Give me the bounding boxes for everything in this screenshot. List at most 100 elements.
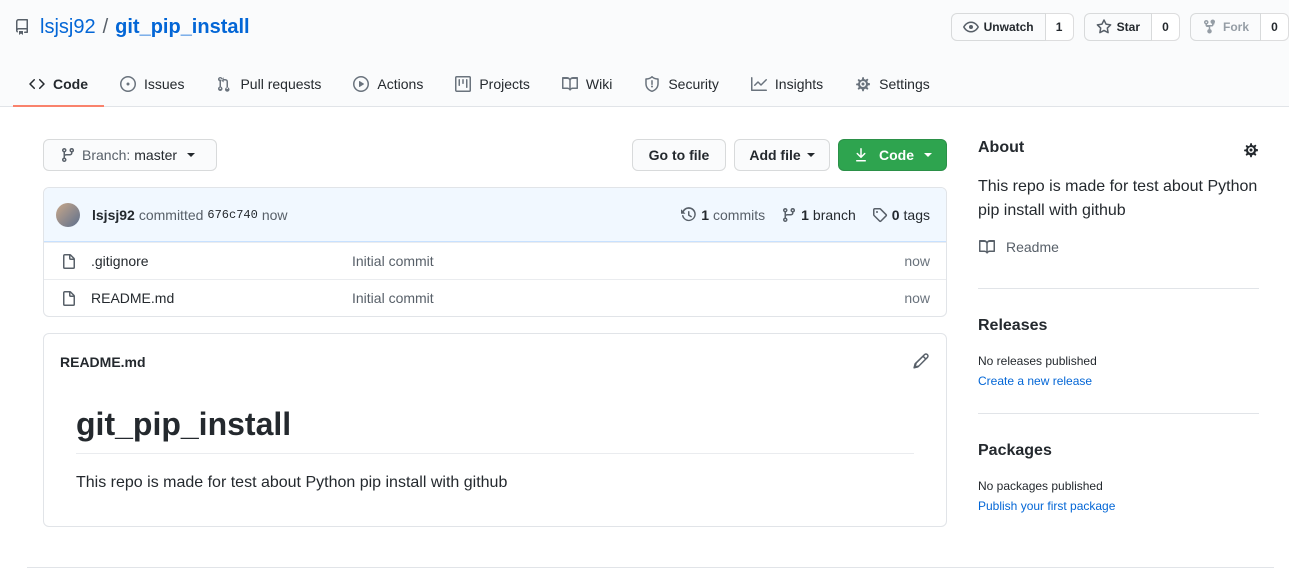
tab-projects[interactable]: Projects: [439, 62, 546, 106]
tab-label: Pull requests: [240, 76, 322, 92]
code-icon: [29, 78, 45, 89]
commits-label: commits: [713, 207, 766, 223]
commit-sha-link[interactable]: 676c740: [207, 208, 257, 222]
readme-link-label: Readme: [1006, 239, 1059, 255]
repo-icon: [15, 19, 28, 35]
file-name-link[interactable]: .gitignore: [91, 253, 149, 269]
forks-count[interactable]: 0: [1261, 13, 1289, 41]
add-file-label: Add file: [749, 147, 801, 163]
repo-nav-tabs: Code Issues Pull requests Actions Projec…: [13, 62, 946, 107]
chevron-down-icon: [924, 153, 932, 157]
go-to-file-button[interactable]: Go to file: [632, 139, 726, 171]
tab-label: Actions: [377, 76, 424, 92]
file-icon: [63, 291, 75, 306]
avatar[interactable]: [56, 202, 80, 227]
repo-name-link[interactable]: git_pip_install: [115, 16, 249, 39]
latest-commit: lsjsj92 committed 676c740 now 1 commits …: [44, 188, 946, 242]
tab-actions[interactable]: Actions: [337, 62, 439, 106]
packages-empty-text: No packages published: [978, 479, 1103, 493]
branches-link[interactable]: 1 branch: [781, 207, 856, 223]
pull-request-icon: [218, 76, 230, 92]
create-release-link[interactable]: Create a new release: [978, 374, 1259, 388]
book-icon: [979, 240, 995, 254]
star-action: Star 0: [1083, 13, 1180, 41]
commits-count: 1: [701, 207, 709, 223]
releases-title: Releases: [978, 317, 1048, 334]
history-icon: [681, 207, 696, 222]
file-name-link[interactable]: README.md: [91, 290, 174, 306]
file-age: now: [904, 253, 930, 269]
chevron-down-icon: [187, 153, 196, 157]
tab-issues[interactable]: Issues: [104, 62, 200, 106]
tag-icon: [872, 208, 887, 223]
chevron-down-icon: [806, 153, 815, 157]
pencil-icon[interactable]: [913, 353, 929, 369]
tab-label: Code: [53, 75, 88, 92]
tab-label: Wiki: [585, 76, 613, 92]
branch-label: branch: [812, 207, 856, 223]
commit-author-link[interactable]: lsjsj92: [92, 207, 135, 223]
readme-link[interactable]: Readme: [978, 239, 1259, 255]
gear-icon: [856, 77, 871, 92]
tags-label: tags: [903, 207, 930, 223]
file-row: README.md Initial commit now: [44, 279, 946, 316]
repo-title: lsjsj92 / git_pip_install: [14, 14, 250, 40]
tab-wiki[interactable]: Wiki: [546, 62, 628, 106]
about-description: This repo is made for test about Python …: [978, 178, 1258, 219]
repo-header: lsjsj92 / git_pip_install Unwatch 1 Star…: [0, 0, 1289, 107]
readme-filename: README.md: [60, 354, 146, 370]
code-button-label: Code: [879, 147, 914, 163]
unwatch-action: Unwatch 1: [950, 13, 1074, 41]
stars-count[interactable]: 0: [1151, 13, 1180, 41]
book-icon: [561, 77, 578, 91]
download-icon: [856, 148, 866, 162]
star-icon: [1096, 19, 1112, 34]
footer-divider: [27, 567, 1274, 568]
fork-icon: [1203, 19, 1215, 34]
tags-link[interactable]: 0 tags: [872, 207, 930, 223]
fork-label: Fork: [1222, 20, 1249, 34]
project-icon: [455, 76, 472, 92]
readme-body: This repo is made for test about Python …: [76, 474, 508, 491]
commit-time: now: [261, 206, 288, 223]
packages-section: Packages No packages published Publish y…: [978, 413, 1259, 513]
commits-link[interactable]: 1 commits: [681, 207, 765, 223]
file-icon: [63, 254, 75, 269]
star-button[interactable]: Star: [1083, 13, 1152, 41]
about-title: About: [978, 139, 1025, 156]
repo-owner-link[interactable]: lsjsj92: [40, 16, 96, 39]
file-age: now: [904, 290, 930, 306]
tab-security[interactable]: Security: [628, 62, 735, 106]
tab-label: Projects: [479, 76, 530, 92]
tab-settings[interactable]: Settings: [839, 62, 946, 106]
releases-empty-text: No releases published: [978, 354, 1097, 368]
branch-icon: [62, 147, 74, 163]
file-commit-message-link[interactable]: Initial commit: [352, 253, 434, 269]
issue-icon: [120, 76, 136, 92]
branch-prefix: Branch:: [82, 147, 131, 163]
fork-button[interactable]: Fork: [1189, 13, 1261, 41]
commit-verb: committed: [138, 206, 204, 223]
eye-icon: [962, 21, 979, 33]
file-commit-message-link[interactable]: Initial commit: [352, 290, 434, 306]
code-clone-button[interactable]: Code: [838, 139, 947, 171]
unwatch-label: Unwatch: [983, 20, 1034, 34]
publish-package-link[interactable]: Publish your first package: [978, 499, 1259, 513]
unwatch-button[interactable]: Unwatch: [950, 13, 1046, 41]
tab-label: Insights: [774, 76, 824, 92]
tab-code[interactable]: Code: [13, 62, 104, 107]
file-row: .gitignore Initial commit now: [44, 242, 946, 279]
tags-count: 0: [891, 207, 900, 223]
tab-label: Settings: [879, 76, 930, 92]
gear-icon[interactable]: [1243, 142, 1259, 158]
tab-insights[interactable]: Insights: [735, 62, 839, 106]
play-icon: [353, 76, 370, 92]
add-file-button[interactable]: Add file: [734, 139, 830, 171]
branch-select-button[interactable]: Branch: master: [43, 139, 217, 171]
star-label: Star: [1116, 20, 1140, 34]
tab-pull-requests[interactable]: Pull requests: [200, 62, 337, 106]
fork-action: Fork 0: [1189, 13, 1289, 41]
releases-section: Releases No releases published Create a …: [978, 288, 1259, 388]
readme-divider: [76, 453, 914, 454]
watchers-count[interactable]: 1: [1045, 13, 1074, 41]
